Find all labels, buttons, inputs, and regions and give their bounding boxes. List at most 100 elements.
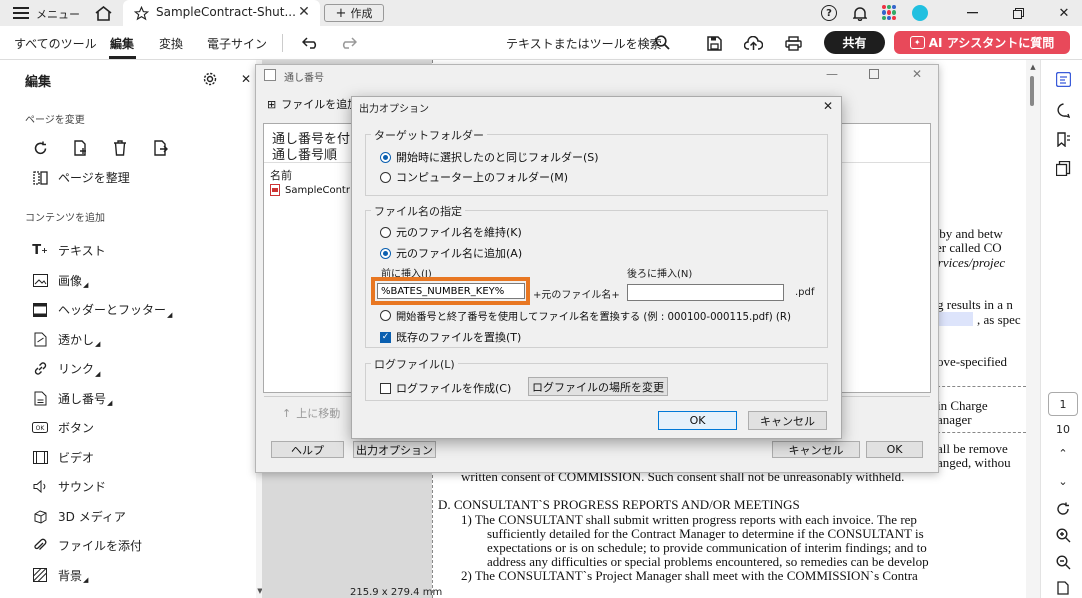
- extract-page-icon[interactable]: [151, 139, 169, 157]
- document-scrollbar[interactable]: [1026, 60, 1040, 598]
- cloud-upload-icon[interactable]: [742, 33, 764, 53]
- share-button[interactable]: 共有: [824, 31, 885, 54]
- dashed-divider: [932, 386, 1026, 387]
- submenu-caret-icon: ◢: [83, 281, 89, 290]
- menu-label[interactable]: メニュー: [36, 6, 80, 22]
- watermark-icon: [32, 331, 48, 347]
- refresh-icon[interactable]: [1054, 500, 1072, 518]
- print-icon[interactable]: [782, 33, 804, 53]
- bates-ok-button[interactable]: OK: [866, 441, 923, 458]
- output-cancel-button[interactable]: キャンセル: [748, 411, 827, 430]
- edit-pdf-rail-icon[interactable]: [1054, 70, 1072, 88]
- zoom-in-icon[interactable]: [1054, 526, 1072, 544]
- organize-pages-item[interactable]: ページを整理: [32, 169, 130, 186]
- help-icon[interactable]: ?: [821, 5, 837, 21]
- bates-minimize-icon[interactable]: —: [823, 66, 841, 82]
- tool-item-header-footer[interactable]: ヘッダーとフッター ◢: [32, 295, 252, 325]
- keep-name-radio[interactable]: 元のファイル名を維持(K): [380, 224, 522, 240]
- ai-sparkle-icon: ✦: [909, 36, 925, 49]
- computer-folder-radio[interactable]: コンピューター上のフォルダー(M): [380, 169, 568, 185]
- tool-item-link[interactable]: リンク ◢: [32, 354, 252, 384]
- next-page-icon[interactable]: ⌄: [1054, 472, 1072, 490]
- column-name-header[interactable]: 名前: [270, 167, 292, 183]
- same-folder-radio[interactable]: 開始時に選択したのと同じフォルダー(S): [380, 149, 599, 165]
- bates-close-icon[interactable]: ✕: [908, 66, 926, 82]
- tool-item-attach-file[interactable]: ファイルを添付: [32, 531, 252, 561]
- all-tools-tab[interactable]: すべてのツール: [14, 35, 97, 52]
- esign-tab[interactable]: 電子サイン: [207, 35, 267, 52]
- ai-assistant-button[interactable]: ✦ AI アシスタントに質問: [894, 31, 1070, 54]
- tool-label: 背景: [58, 568, 83, 583]
- panel-settings-gear-icon[interactable]: [201, 70, 219, 88]
- home-icon[interactable]: [93, 3, 113, 23]
- tool-label: 3D メディア: [58, 509, 126, 524]
- save-icon[interactable]: [704, 33, 724, 53]
- undo-icon[interactable]: [300, 33, 320, 53]
- tool-item-watermark[interactable]: 透かし ◢: [32, 325, 252, 355]
- bookmark-rail-icon[interactable]: [1054, 130, 1072, 148]
- apps-grid-icon[interactable]: [882, 5, 897, 20]
- tool-item-text[interactable]: T + テキスト: [32, 236, 252, 266]
- close-window-icon[interactable]: ✕: [1054, 4, 1074, 22]
- help-button[interactable]: ヘルプ: [271, 441, 344, 458]
- prev-page-icon[interactable]: ⌃: [1054, 444, 1072, 462]
- replace-with-numbers-radio[interactable]: 開始番号と終了番号を使用してファイル名を置換する (例 : 000100-000…: [380, 308, 791, 323]
- insert-page-icon[interactable]: [71, 139, 89, 157]
- doc-line: , as spec: [977, 312, 1021, 327]
- bates-maximize-icon[interactable]: [865, 66, 883, 82]
- edit-tab[interactable]: 編集: [110, 35, 134, 52]
- doc-line: anager: [937, 412, 972, 427]
- suffix-input[interactable]: [627, 284, 784, 301]
- page-number-input[interactable]: 1: [1048, 392, 1078, 416]
- avatar[interactable]: [912, 5, 928, 21]
- overwrite-existing-label: 既存のファイルを置換(T): [396, 331, 522, 344]
- minimize-icon[interactable]: [962, 4, 982, 22]
- close-tab-icon[interactable]: ✕: [296, 4, 312, 20]
- add-to-name-radio[interactable]: 元のファイル名に追加(A): [380, 245, 522, 261]
- change-log-location-button[interactable]: ログファイルの場所を変更: [528, 377, 668, 396]
- tool-label: ヘッダーとフッター: [58, 303, 167, 318]
- delete-page-icon[interactable]: [111, 139, 129, 157]
- scroll-up-arrow-icon[interactable]: ▲: [1028, 62, 1038, 72]
- create-log-checkbox[interactable]: ログファイルを作成(C): [380, 380, 511, 396]
- pages-rail-icon[interactable]: [1054, 159, 1072, 177]
- tool-search-label[interactable]: テキストまたはツールを検索: [506, 35, 662, 52]
- restore-icon[interactable]: [1008, 4, 1028, 22]
- comment-rail-icon[interactable]: [1054, 101, 1072, 119]
- rotate-page-icon[interactable]: [31, 139, 49, 157]
- button-icon: OK: [32, 420, 48, 436]
- page-tools-icon[interactable]: [1054, 580, 1072, 596]
- zoom-out-icon[interactable]: [1054, 553, 1072, 571]
- overwrite-existing-checkbox[interactable]: ✓ 既存のファイルを置換(T): [380, 329, 521, 345]
- output-options-button[interactable]: 出力オプション: [353, 441, 436, 458]
- computer-folder-label: コンピューター上のフォルダー(M): [396, 171, 569, 184]
- svg-text:OK: OK: [36, 425, 46, 432]
- panel-close-icon[interactable]: ✕: [238, 70, 254, 88]
- prefix-input[interactable]: [377, 283, 525, 299]
- tool-item-button[interactable]: OK ボタン: [32, 413, 252, 443]
- tool-item-sound[interactable]: サウンド: [32, 472, 252, 502]
- tool-item-image[interactable]: 画像 ◢: [32, 266, 252, 296]
- output-dialog-close-icon[interactable]: ✕: [820, 98, 836, 114]
- bell-icon[interactable]: [851, 4, 869, 22]
- file-list-item[interactable]: SampleContr: [270, 184, 350, 196]
- bates-cancel-button[interactable]: キャンセル: [772, 441, 860, 458]
- star-icon[interactable]: [132, 4, 150, 22]
- create-button[interactable]: + 作成: [324, 4, 384, 22]
- convert-tab[interactable]: 変換: [159, 35, 183, 52]
- tool-item-3d-media[interactable]: 3D メディア: [32, 502, 252, 532]
- tool-item-bates-number[interactable]: 通し番号 ◢: [32, 384, 252, 414]
- tool-item-background[interactable]: 背景 ◢: [32, 561, 252, 591]
- move-up-button[interactable]: ↑ 上に移動: [282, 405, 340, 421]
- radio-selected-indicator: [380, 247, 391, 259]
- output-ok-button[interactable]: OK: [658, 411, 737, 430]
- toolbar-divider: [282, 34, 283, 52]
- redo-icon[interactable]: [338, 33, 358, 53]
- tab-title[interactable]: SampleContract-Shut...: [156, 5, 296, 19]
- search-icon[interactable]: [653, 33, 671, 51]
- radio-selected-indicator: [380, 151, 391, 163]
- tool-item-video[interactable]: ビデオ: [32, 443, 252, 473]
- document-scroll-thumb[interactable]: [1030, 76, 1034, 106]
- add-files-button[interactable]: ⊞ ファイルを追加: [267, 96, 358, 112]
- hamburger-menu-icon[interactable]: [12, 5, 30, 21]
